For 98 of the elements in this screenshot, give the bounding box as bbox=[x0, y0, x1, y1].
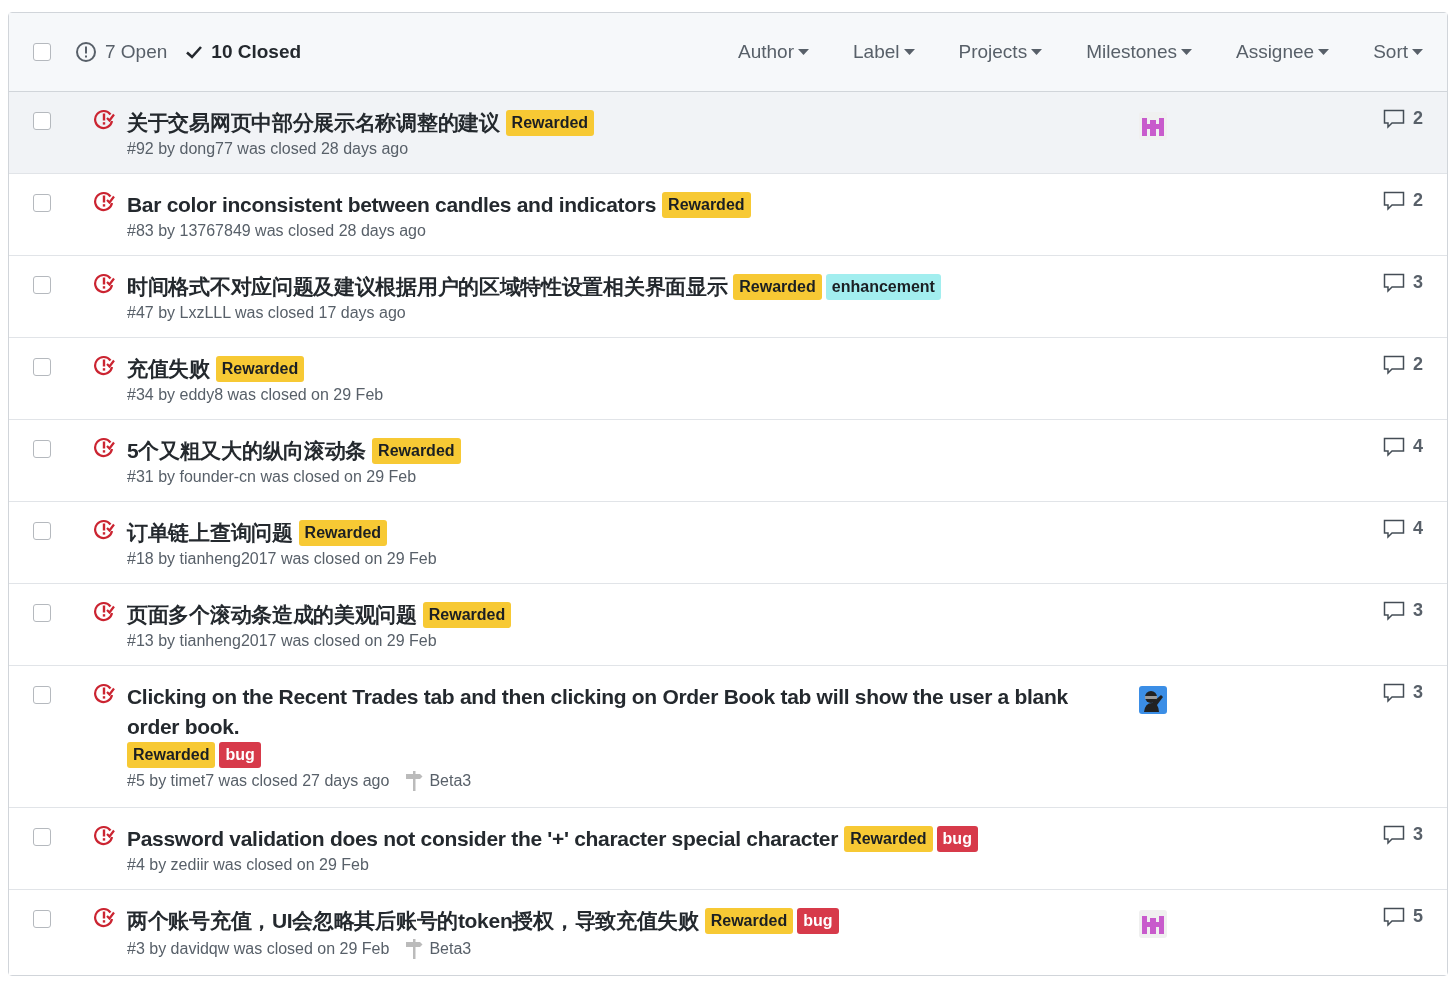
closed-issues-tab[interactable]: 10 Closed bbox=[185, 41, 302, 63]
comment-count-link[interactable]: 4 bbox=[1383, 518, 1423, 539]
speech-bubble-icon bbox=[1383, 682, 1405, 703]
signpost-icon bbox=[405, 770, 424, 792]
issue-title-link[interactable]: 5个又粗又大的纵向滚动条 bbox=[127, 436, 367, 466]
closed-issue-icon bbox=[93, 906, 115, 928]
closed-issue-icon bbox=[93, 518, 115, 540]
comment-count-link[interactable]: 3 bbox=[1383, 600, 1423, 621]
caret-icon bbox=[1318, 49, 1330, 55]
caret-icon bbox=[1412, 49, 1423, 55]
issue-title-link[interactable]: Bar color inconsistent between candles and indicators bbox=[127, 190, 657, 220]
closed-issue-icon bbox=[93, 682, 115, 704]
filter-dropdown[interactable]: Sort bbox=[1373, 41, 1423, 63]
closed-issue-icon bbox=[93, 272, 115, 294]
issue-title-link[interactable]: 两个账号充值，UI会忽略其后账号的token授权，导致充值失败 bbox=[127, 906, 699, 936]
speech-bubble-icon bbox=[1383, 906, 1405, 927]
closed-issue-icon bbox=[93, 824, 115, 846]
issue-title-link[interactable]: Password validation does not consider the '+' character special character bbox=[127, 824, 839, 854]
comment-count-link[interactable]: 3 bbox=[1383, 272, 1423, 293]
caret-icon bbox=[1031, 49, 1043, 55]
issue-label[interactable]: Rewarded bbox=[662, 192, 751, 218]
check-icon bbox=[185, 44, 204, 60]
issue-meta-text: #3 by davidqw was closed on 29 Feb bbox=[127, 940, 390, 958]
issue-meta-text: #92 by dong77 was closed 28 days ago bbox=[127, 140, 409, 158]
open-issues-tab[interactable]: 7 Open bbox=[75, 41, 168, 63]
speech-bubble-icon bbox=[1383, 108, 1405, 129]
caret-icon bbox=[1180, 49, 1192, 55]
comment-count-link[interactable]: 4 bbox=[1383, 436, 1423, 457]
issue-label[interactable]: Rewarded bbox=[298, 520, 388, 546]
speech-bubble-icon bbox=[1383, 272, 1405, 293]
closed-issue-icon bbox=[93, 600, 115, 622]
issue-label[interactable]: bug bbox=[219, 742, 261, 768]
issue-meta-text: #5 by timet7 was closed 27 days ago bbox=[127, 772, 390, 790]
closed-issue-icon bbox=[93, 190, 115, 212]
speech-bubble-icon bbox=[1383, 354, 1405, 375]
issue-checkbox[interactable] bbox=[33, 358, 51, 376]
milestone-link[interactable]: Beta3 bbox=[429, 772, 472, 790]
issue-label[interactable]: Rewarded bbox=[505, 110, 595, 136]
comment-count-link[interactable]: 3 bbox=[1383, 682, 1423, 703]
filter-dropdown[interactable]: Projects bbox=[958, 41, 1043, 63]
milestone-link[interactable]: Beta3 bbox=[429, 940, 472, 958]
filter-dropdown[interactable]: Author bbox=[738, 41, 809, 63]
issue-checkbox[interactable] bbox=[33, 604, 51, 622]
avatar-icon[interactable] bbox=[1139, 686, 1167, 714]
issue-label[interactable]: Rewarded bbox=[704, 908, 794, 934]
issue-checkbox[interactable] bbox=[33, 828, 51, 846]
issue-checkbox[interactable] bbox=[33, 194, 51, 212]
identicon-avatar[interactable] bbox=[1139, 112, 1167, 140]
speech-bubble-icon bbox=[1383, 824, 1405, 845]
filter-dropdown[interactable]: Label bbox=[853, 41, 915, 63]
issue-meta-text: #47 by LxzLLL was closed 17 days ago bbox=[127, 304, 406, 322]
issue-meta-text: #34 by eddy8 was closed on 29 Feb bbox=[127, 386, 384, 404]
issue-title-link[interactable]: 时间格式不对应问题及建议根据用户的区域特性设置相关界面显示 bbox=[127, 272, 728, 302]
comment-count-link[interactable]: 3 bbox=[1383, 824, 1423, 845]
open-issue-icon bbox=[75, 41, 97, 63]
closed-issue-icon bbox=[93, 108, 115, 130]
issue-checkbox[interactable] bbox=[33, 686, 51, 704]
speech-bubble-icon bbox=[1383, 600, 1405, 621]
issue-label[interactable]: Rewarded bbox=[372, 438, 461, 464]
issue-label[interactable]: bug bbox=[797, 908, 839, 934]
comment-count-link[interactable]: 2 bbox=[1383, 108, 1423, 129]
select-all-checkbox[interactable] bbox=[33, 43, 51, 61]
issue-title-link[interactable]: 订单链上查询问题 bbox=[127, 518, 293, 548]
issue-title-link[interactable]: 充值失败 bbox=[127, 354, 210, 384]
caret-icon bbox=[798, 49, 809, 55]
issue-checkbox[interactable] bbox=[33, 276, 51, 294]
identicon-avatar[interactable] bbox=[1139, 910, 1167, 938]
closed-issue-icon bbox=[93, 354, 115, 376]
closed-issue-icon bbox=[93, 436, 115, 458]
speech-bubble-icon bbox=[1383, 436, 1405, 457]
caret-icon bbox=[903, 49, 915, 55]
issue-label[interactable]: Rewarded bbox=[215, 356, 305, 382]
comment-count-link[interactable]: 2 bbox=[1383, 190, 1423, 211]
issue-checkbox[interactable] bbox=[33, 112, 51, 130]
issue-meta-text: #4 by zediir was closed on 29 Feb bbox=[127, 856, 369, 874]
issue-checkbox[interactable] bbox=[33, 522, 51, 540]
issue-title-link[interactable]: Clicking on the Recent Trades tab and then clicking on Order Book tab will show the user a blank order book. bbox=[127, 682, 1083, 742]
issue-meta-text: #13 by tianheng2017 was closed on 29 Feb bbox=[127, 632, 437, 650]
filter-dropdown[interactable]: Assignee bbox=[1235, 41, 1330, 63]
issue-title-link[interactable]: 关于交易网页中部分展示名称调整的建议 bbox=[127, 108, 500, 138]
issue-checkbox[interactable] bbox=[33, 440, 51, 458]
filter-dropdown[interactable]: Milestones bbox=[1086, 41, 1192, 63]
issue-meta-text: #31 by founder-cn was closed on 29 Feb bbox=[127, 468, 417, 486]
issue-checkbox[interactable] bbox=[33, 910, 51, 928]
speech-bubble-icon bbox=[1383, 190, 1405, 211]
issue-label[interactable]: Rewarded bbox=[844, 826, 933, 852]
issue-label[interactable]: Rewarded bbox=[422, 602, 512, 628]
issue-label[interactable]: enhancement bbox=[825, 274, 941, 300]
issue-meta-text: #18 by tianheng2017 was closed on 29 Feb bbox=[127, 550, 437, 568]
comment-count-link[interactable]: 5 bbox=[1383, 906, 1423, 927]
issue-label[interactable]: bug bbox=[936, 826, 978, 852]
issue-title-link[interactable]: 页面多个滚动条造成的美观问题 bbox=[127, 600, 417, 630]
issue-label[interactable]: Rewarded bbox=[127, 742, 216, 768]
comment-count-link[interactable]: 2 bbox=[1383, 354, 1423, 375]
issue-label[interactable]: Rewarded bbox=[733, 274, 822, 300]
signpost-icon bbox=[405, 938, 424, 960]
issue-meta-text: #83 by 13767849 was closed 28 days ago bbox=[127, 222, 426, 240]
speech-bubble-icon bbox=[1383, 518, 1405, 539]
